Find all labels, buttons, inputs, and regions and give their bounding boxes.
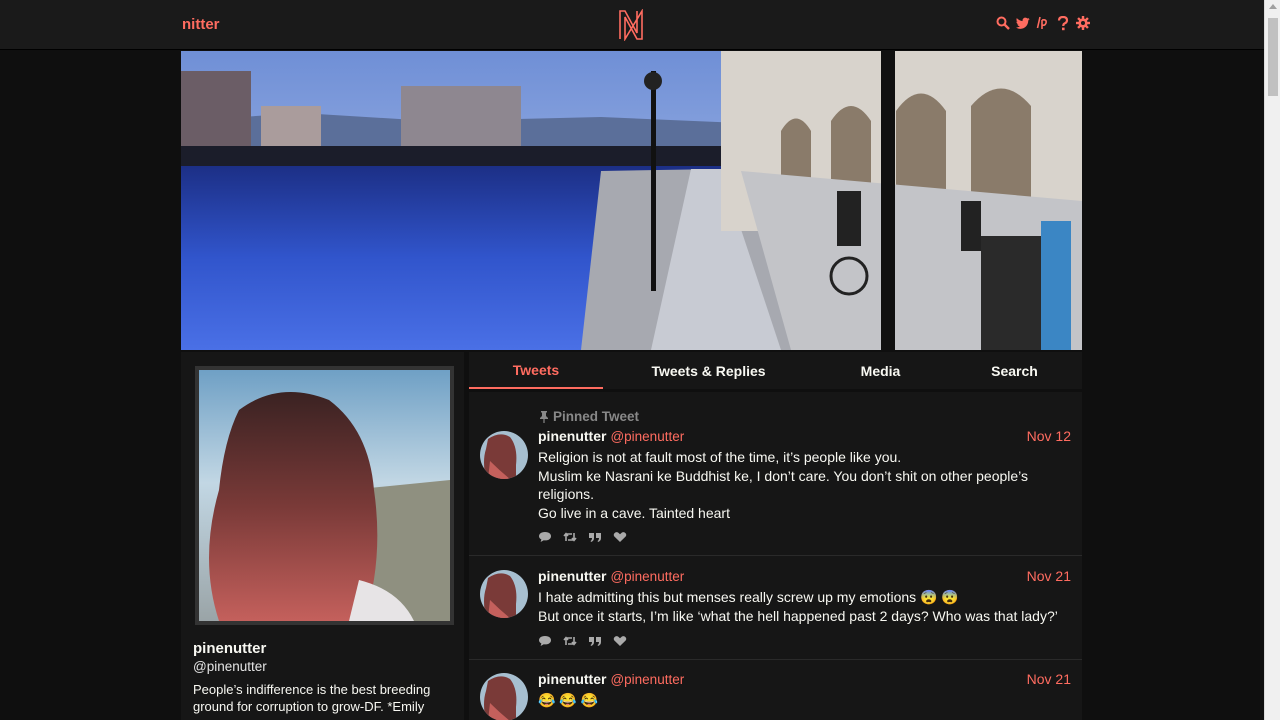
scroll-thumb[interactable] <box>1268 18 1278 96</box>
tweet-item[interactable]: Pinned Tweet pinenutter @pinenutter Nov 1… <box>469 392 1082 556</box>
tweet-line: I hate admitting this but menses really … <box>538 589 959 605</box>
pin-icon <box>540 410 548 423</box>
tweet-line: Religion is not at fault most of the tim… <box>538 449 902 465</box>
tweet-line: religions. <box>538 486 595 502</box>
navbar: nitter <box>0 0 1264 50</box>
tweet-header: pinenutter @pinenutter <box>538 428 684 444</box>
tweet-stats <box>538 531 627 543</box>
pinned-text: Pinned Tweet <box>553 409 640 424</box>
brand-link[interactable]: nitter <box>182 16 220 33</box>
reply-icon[interactable] <box>538 635 552 647</box>
profile-username[interactable]: @pinenutter <box>193 659 267 674</box>
heart-icon[interactable] <box>613 635 627 647</box>
tweet-item[interactable]: pinenutter @pinenutter Nov 21 😂 😂 😂 <box>469 660 1082 720</box>
pinned-label: Pinned Tweet <box>539 409 639 424</box>
tweet-line: 😂 😂 😂 <box>538 692 599 708</box>
tweet-fullname[interactable]: pinenutter <box>538 568 606 584</box>
tweet-avatar[interactable] <box>480 431 528 479</box>
tweet-line: Muslim ke Nasrani ke Buddhist ke, I don’… <box>538 467 1029 484</box>
tweet-header: pinenutter @pinenutter <box>538 671 684 687</box>
tweet-item[interactable]: pinenutter @pinenutter Nov 21 I hate admi… <box>469 556 1082 660</box>
tab-search[interactable]: Search <box>947 352 1082 389</box>
twitter-bird-icon[interactable] <box>1016 15 1030 31</box>
tweet-line: Go live in a cave. Tainted heart <box>538 504 730 521</box>
tweet-date[interactable]: Nov 21 <box>1027 671 1071 687</box>
scroll-up-arrow[interactable] <box>1269 4 1277 9</box>
tweet-username[interactable]: @pinenutter <box>610 569 684 584</box>
tweet-content: Religion is not at fault most of the tim… <box>538 448 1068 522</box>
lp-icon[interactable] <box>1036 15 1050 31</box>
tab-tweets-replies[interactable]: Tweets & Replies <box>603 352 814 389</box>
tweet-date[interactable]: Nov 12 <box>1027 428 1071 444</box>
tweet-username[interactable]: @pinenutter <box>610 429 684 444</box>
tweet-fullname[interactable]: pinenutter <box>538 671 606 687</box>
profile-card: pinenutter @pinenutter People’s indiffer… <box>181 352 464 720</box>
timeline: Pinned Tweet pinenutter @pinenutter Nov 1… <box>469 392 1082 720</box>
gear-icon[interactable] <box>1076 15 1090 31</box>
tweet-fullname[interactable]: pinenutter <box>538 428 606 444</box>
nitter-logo[interactable] <box>617 8 645 46</box>
retweet-icon[interactable] <box>563 531 577 543</box>
quote-icon[interactable] <box>588 635 602 647</box>
tweet-avatar[interactable] <box>480 673 528 720</box>
reply-icon[interactable] <box>538 531 552 543</box>
profile-avatar[interactable] <box>195 366 454 625</box>
profile-fullname[interactable]: pinenutter <box>193 640 266 657</box>
timeline-tabs: Tweets Tweets & Replies Media Search <box>469 352 1082 389</box>
tweet-content: 😂 😂 😂 <box>538 691 1068 710</box>
profile-bio: People’s indifference is the best breedi… <box>193 682 431 714</box>
quote-icon[interactable] <box>588 531 602 543</box>
tab-tweets[interactable]: Tweets <box>469 352 603 389</box>
tweet-line: But once it starts, I’m like ‘what the h… <box>538 607 1058 624</box>
tab-media[interactable]: Media <box>814 352 947 389</box>
tweet-username[interactable]: @pinenutter <box>610 672 684 687</box>
tweet-content: I hate admitting this but menses really … <box>538 588 1068 625</box>
search-icon[interactable] <box>996 15 1010 31</box>
retweet-icon[interactable] <box>563 635 577 647</box>
profile-banner[interactable] <box>181 51 1082 350</box>
heart-icon[interactable] <box>613 531 627 543</box>
nav-icons <box>996 15 1090 31</box>
tweet-date[interactable]: Nov 21 <box>1027 568 1071 584</box>
tweet-header: pinenutter @pinenutter <box>538 568 684 584</box>
help-icon[interactable] <box>1056 15 1070 31</box>
page-scrollbar[interactable] <box>1264 0 1280 720</box>
tweet-avatar[interactable] <box>480 570 528 618</box>
tweet-stats <box>538 635 627 647</box>
